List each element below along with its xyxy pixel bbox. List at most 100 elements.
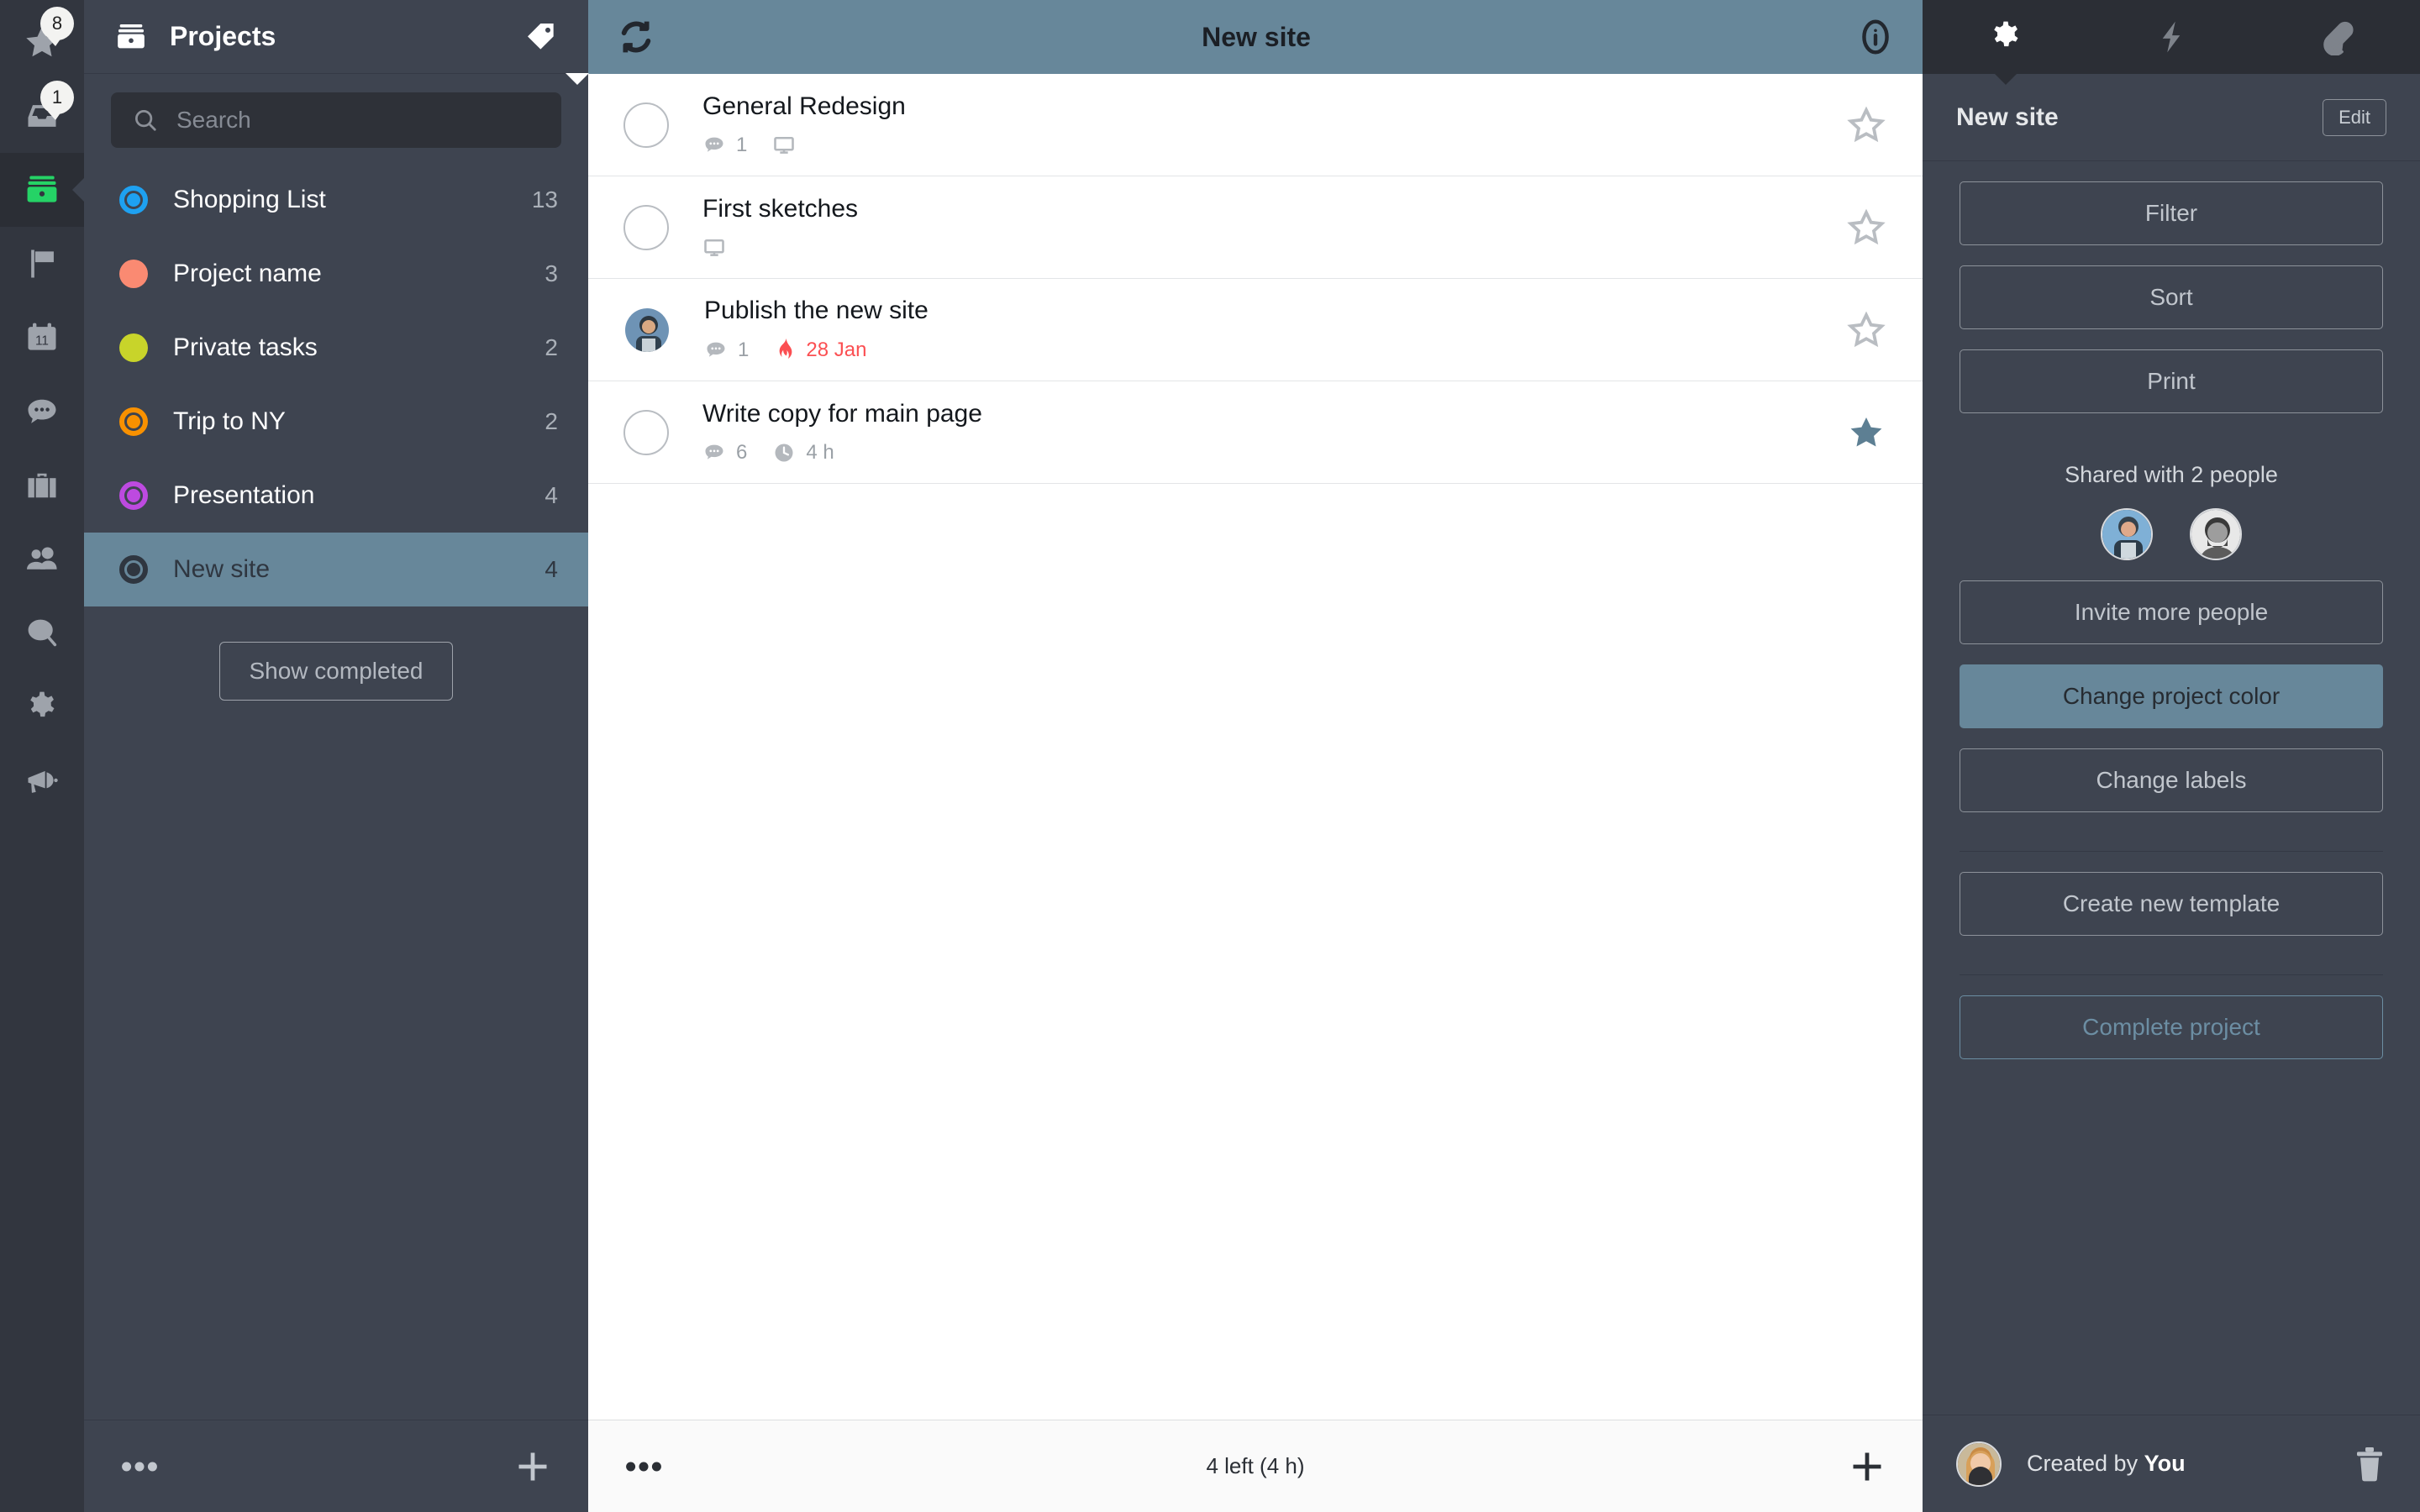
rail-item-settings[interactable] bbox=[0, 670, 84, 744]
rail-item-chat[interactable] bbox=[0, 375, 84, 449]
search-area bbox=[84, 74, 588, 148]
rail-item-inbox[interactable]: 1 bbox=[0, 79, 84, 153]
created-by-name: You bbox=[2144, 1451, 2186, 1476]
project-item-private-tasks[interactable]: Private tasks 2 bbox=[84, 311, 588, 385]
complete-project-button[interactable]: Complete project bbox=[1960, 995, 2383, 1059]
edit-button[interactable]: Edit bbox=[2323, 98, 2386, 136]
gear-icon bbox=[1993, 21, 2018, 47]
comment-count-group: 6 bbox=[702, 441, 747, 465]
project-item-trip-to-ny[interactable]: Trip to NY 2 bbox=[84, 385, 588, 459]
tab-attachments[interactable] bbox=[2254, 0, 2420, 74]
trash-icon[interactable] bbox=[2353, 1446, 2386, 1483]
sort-button[interactable]: Sort bbox=[1960, 265, 2383, 329]
search-box[interactable] bbox=[111, 92, 561, 148]
rail-item-projects[interactable] bbox=[0, 153, 84, 227]
rail-item-announcements[interactable] bbox=[0, 744, 84, 818]
print-button[interactable]: Print bbox=[1960, 349, 2383, 413]
task-row[interactable]: Publish the new site 1 28 Jan bbox=[588, 279, 1923, 381]
avatar-image bbox=[2191, 510, 2240, 559]
info-icon[interactable] bbox=[1857, 18, 1894, 55]
project-item-shopping-list[interactable]: Shopping List 13 bbox=[84, 163, 588, 237]
detail-template-section: Create new template bbox=[1923, 852, 2420, 936]
rail-item-calendar[interactable]: 11 bbox=[0, 301, 84, 375]
more-icon[interactable] bbox=[625, 1461, 662, 1473]
project-count: 2 bbox=[544, 408, 558, 434]
detail-complete-section: Complete project bbox=[1923, 975, 2420, 1059]
sync-icon[interactable] bbox=[617, 18, 655, 56]
briefcase-icon bbox=[28, 473, 56, 498]
task-body: Write copy for main page 6 4 h bbox=[702, 400, 1847, 465]
task-row[interactable]: Write copy for main page 6 4 h bbox=[588, 381, 1923, 484]
paperclip-icon bbox=[2323, 21, 2354, 55]
tab-activity[interactable] bbox=[2088, 0, 2254, 74]
filter-button[interactable]: Filter bbox=[1960, 181, 2383, 245]
favorite-star-icon[interactable] bbox=[1847, 106, 1886, 144]
inbox-badge: 1 bbox=[40, 81, 74, 120]
favorite-star-icon[interactable] bbox=[1847, 311, 1886, 349]
more-icon[interactable] bbox=[121, 1461, 158, 1473]
task-checkbox[interactable] bbox=[623, 204, 669, 250]
projects-icon bbox=[118, 24, 145, 48]
favorite-star-icon[interactable] bbox=[1847, 208, 1886, 247]
task-row[interactable]: General Redesign 1 bbox=[588, 74, 1923, 176]
calendar-icon: 11 bbox=[28, 323, 56, 350]
project-count: 3 bbox=[544, 260, 558, 286]
rail-item-briefcase[interactable] bbox=[0, 449, 84, 522]
change-labels-button[interactable]: Change labels bbox=[1960, 748, 2383, 812]
rail-item-starred[interactable]: 8 bbox=[0, 5, 84, 79]
task-list-footer: 4 left (4 h) bbox=[588, 1420, 1923, 1512]
rail-item-flag[interactable] bbox=[0, 227, 84, 301]
project-name: Presentation bbox=[173, 481, 315, 509]
avatar[interactable] bbox=[2190, 508, 2242, 560]
due-date-group: 28 Jan bbox=[774, 338, 866, 363]
plus-icon[interactable] bbox=[1849, 1448, 1886, 1485]
monitor-icon bbox=[774, 136, 795, 154]
task-title: General Redesign bbox=[702, 92, 906, 121]
project-item-project-name[interactable]: Project name 3 bbox=[84, 237, 588, 311]
task-meta bbox=[702, 236, 1847, 260]
avatar-image bbox=[625, 307, 669, 352]
assignee-avatar[interactable] bbox=[623, 306, 671, 354]
create-new-template-button[interactable]: Create new template bbox=[1960, 872, 2383, 936]
rail-item-people[interactable] bbox=[0, 522, 84, 596]
shared-avatars bbox=[1923, 508, 2420, 560]
task-title: Write copy for main page bbox=[702, 400, 982, 428]
project-color-dot bbox=[119, 186, 148, 214]
project-detail-panel: New site Edit Filter Sort Print Shared w… bbox=[1923, 0, 2420, 1512]
search-input[interactable] bbox=[176, 107, 539, 134]
plus-icon[interactable] bbox=[514, 1448, 551, 1485]
comment-count: 1 bbox=[738, 338, 750, 361]
flag-icon bbox=[31, 249, 54, 278]
rail-item-search[interactable] bbox=[0, 596, 84, 670]
avatar-image bbox=[1958, 1442, 2000, 1485]
project-item-presentation[interactable]: Presentation 4 bbox=[84, 459, 588, 533]
projects-icon bbox=[27, 176, 57, 202]
shared-with-label: Shared with 2 people bbox=[2065, 462, 2278, 487]
invite-more-people-button[interactable]: Invite more people bbox=[1960, 580, 2383, 644]
comment-count-group: 1 bbox=[704, 339, 749, 362]
comment-icon bbox=[705, 444, 723, 459]
tag-icon[interactable] bbox=[524, 20, 558, 54]
change-project-color-button[interactable]: Change project color bbox=[1960, 664, 2383, 728]
favorite-star-icon[interactable] bbox=[1847, 413, 1886, 452]
device-group bbox=[702, 236, 726, 260]
project-color-dot bbox=[119, 481, 148, 510]
starred-badge: 8 bbox=[40, 7, 74, 46]
project-count: 2 bbox=[544, 334, 558, 360]
tab-settings[interactable] bbox=[1923, 0, 2088, 74]
task-list: General Redesign 1 First sketches Publis… bbox=[588, 74, 1923, 1420]
lightning-icon bbox=[2162, 21, 2181, 53]
detail-actions: Filter Sort Print bbox=[1923, 161, 2420, 413]
svg-text:11: 11 bbox=[35, 333, 49, 348]
project-item-new-site[interactable]: New site 4 bbox=[84, 533, 588, 606]
task-row[interactable]: First sketches bbox=[588, 176, 1923, 279]
task-checkbox[interactable] bbox=[623, 409, 669, 455]
task-checkbox[interactable] bbox=[623, 102, 669, 148]
show-completed-button[interactable]: Show completed bbox=[219, 642, 453, 701]
task-title: First sketches bbox=[702, 195, 859, 223]
task-list-title: New site bbox=[1202, 21, 1311, 52]
avatar[interactable] bbox=[2101, 508, 2153, 560]
project-name: Shopping List bbox=[173, 186, 326, 213]
task-list-header: New site bbox=[588, 0, 1923, 74]
comment-icon bbox=[707, 342, 725, 357]
